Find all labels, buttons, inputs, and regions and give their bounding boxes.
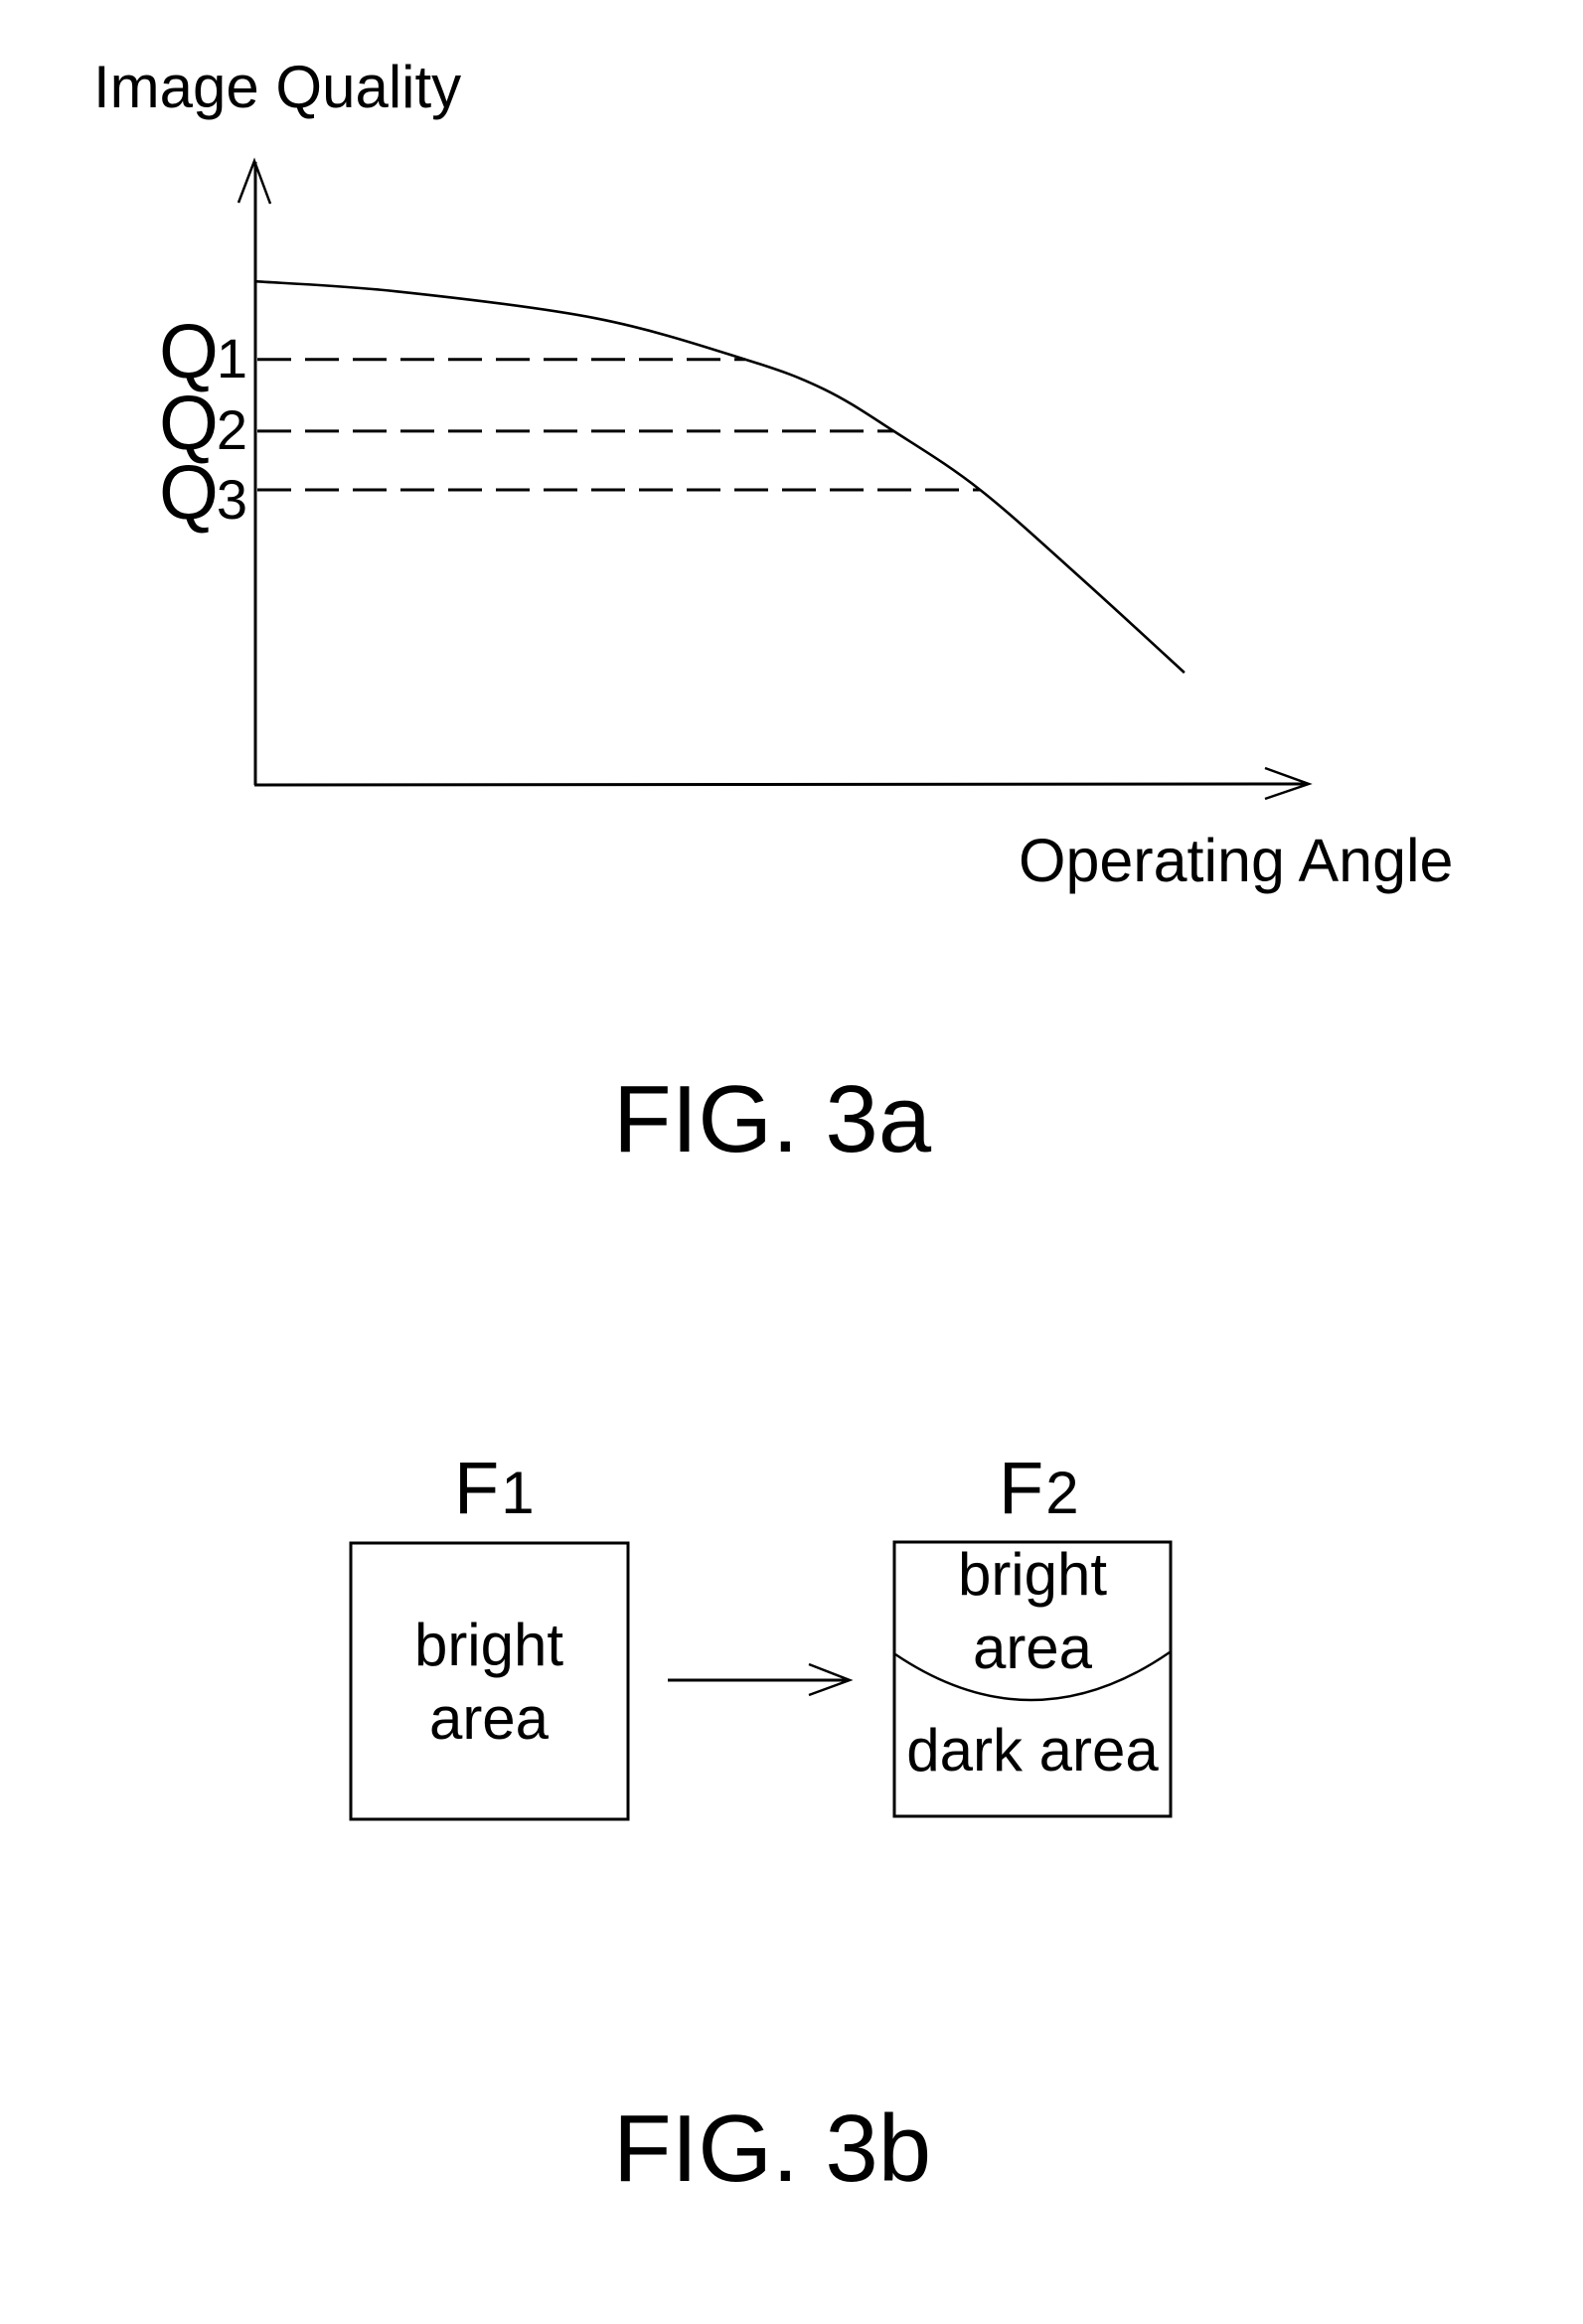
image-quality-curve bbox=[254, 279, 1186, 674]
patent-figure-sheet: Image Quality Operating Angle Q1 Q2 Q3 F… bbox=[93, 54, 1453, 2202]
frame-f1-label: F1 bbox=[454, 1447, 535, 1529]
x-axis-label: Operating Angle bbox=[1019, 827, 1453, 894]
frame-f2-label-main: F bbox=[999, 1447, 1043, 1529]
frame-f1-label-sub: 1 bbox=[501, 1460, 534, 1526]
figure-3b-caption: FIG. 3b bbox=[613, 2095, 931, 2202]
plot-area bbox=[254, 279, 1186, 674]
frame-f1-label-main: F bbox=[454, 1447, 499, 1529]
frame-f1-box bbox=[349, 1541, 630, 1821]
frame-f2-bright-area-line-1: bright bbox=[958, 1541, 1107, 1608]
x-axis-line bbox=[253, 782, 1309, 787]
figure-3a-caption: FIG. 3a bbox=[613, 1066, 932, 1172]
tick-label-q2-sub: 2 bbox=[217, 398, 247, 461]
frame-f2-bright-area-line-2: area bbox=[973, 1615, 1093, 1681]
frame-f2-label: F2 bbox=[999, 1447, 1079, 1529]
tick-label-q3-sub: 3 bbox=[217, 468, 247, 531]
figure-3b: F1 bright area F2 bright area dark area … bbox=[349, 1447, 1173, 2202]
frame-f2: F2 bright area dark area bbox=[892, 1447, 1173, 1818]
frame-f2-label-sub: 2 bbox=[1045, 1460, 1078, 1526]
figure-3a: Image Quality Operating Angle Q1 Q2 Q3 F… bbox=[93, 54, 1453, 1172]
frame-f1-bright-area-line-2: area bbox=[429, 1685, 550, 1752]
frame-f2-dark-area-label: dark area bbox=[906, 1717, 1159, 1783]
frame-f1-bright-area-line-1: bright bbox=[414, 1612, 563, 1678]
tick-label-q3-main: Q bbox=[159, 450, 219, 536]
tick-label-q1-sub: 1 bbox=[217, 327, 247, 389]
tick-label-q3: Q3 bbox=[159, 450, 247, 536]
frame-f1: F1 bright area bbox=[349, 1447, 630, 1821]
y-axis-label: Image Quality bbox=[93, 54, 461, 120]
